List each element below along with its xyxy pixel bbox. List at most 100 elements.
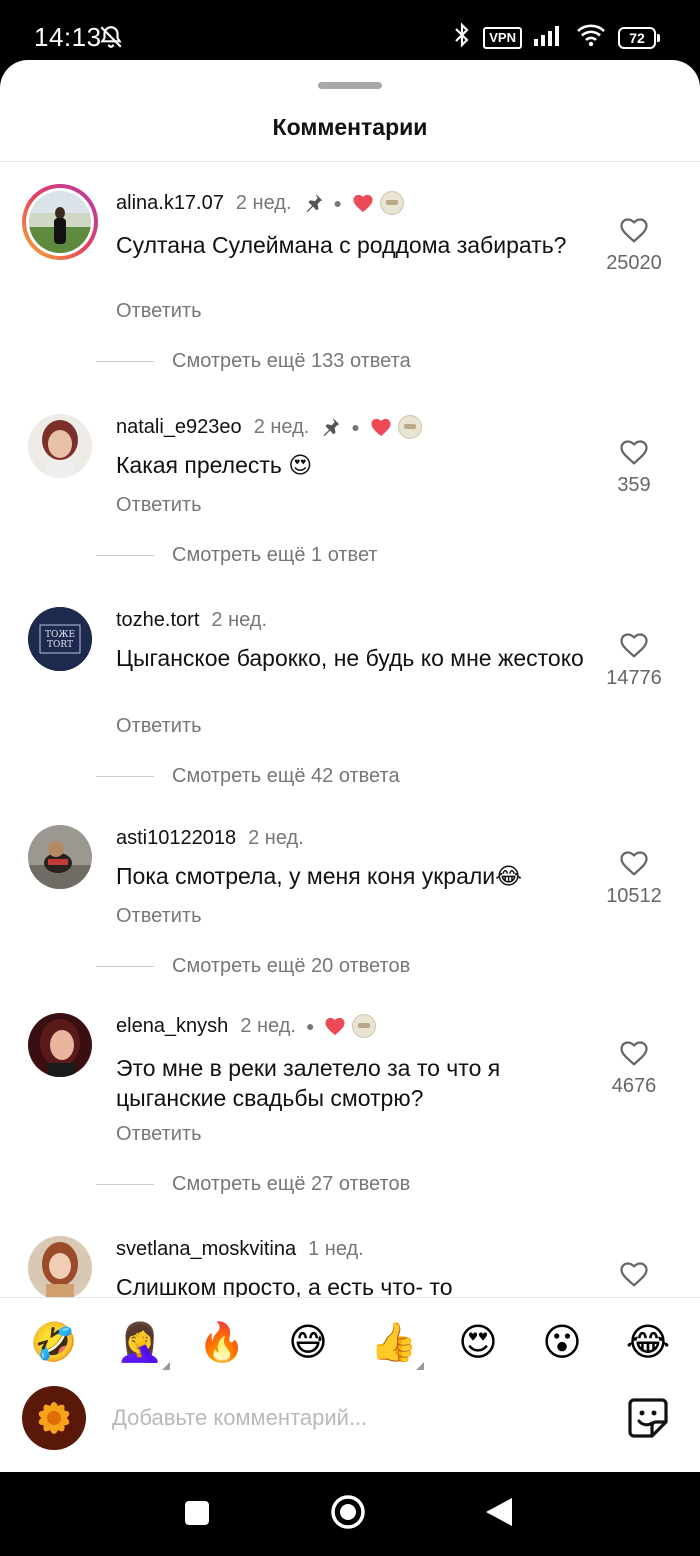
svg-text:TORT: TORT bbox=[47, 640, 73, 650]
like-button[interactable] bbox=[590, 1260, 678, 1288]
heart-icon bbox=[620, 851, 648, 876]
like-button[interactable]: 25020 bbox=[590, 216, 678, 275]
bell-off-icon bbox=[98, 24, 124, 55]
heart-icon bbox=[620, 1041, 648, 1066]
square-nav-icon[interactable] bbox=[184, 1500, 210, 1531]
view-more-label: Смотреть ещё 20 ответов bbox=[172, 955, 411, 977]
comment-text: Это мне в реки залетело за то что я цыга… bbox=[116, 1055, 501, 1111]
comment-time: 2 нед. bbox=[253, 415, 310, 438]
circle-nav-icon[interactable] bbox=[330, 1494, 366, 1535]
author-liked-heart-icon bbox=[324, 1016, 346, 1036]
my-avatar bbox=[22, 1386, 86, 1450]
view-more-label: Смотреть ещё 1 ответ bbox=[172, 544, 378, 566]
emoji-button[interactable]: 😅 bbox=[284, 1318, 332, 1366]
view-more-replies[interactable]: Смотреть ещё 27 ответов bbox=[96, 1173, 410, 1196]
comment-username[interactable]: elena_knysh bbox=[116, 1015, 228, 1038]
author-mini-avatar bbox=[352, 1014, 377, 1038]
comment-text: Пока смотрела, у меня коня украли😂 bbox=[116, 863, 523, 889]
view-more-replies[interactable]: Смотреть ещё 1 ответ bbox=[96, 544, 378, 567]
status-time: 14:13 bbox=[34, 22, 102, 52]
comment-meta: svetlana_moskvitina 1 нед. bbox=[116, 1234, 364, 1264]
avatar[interactable] bbox=[28, 1236, 92, 1297]
pin-icon bbox=[302, 192, 324, 214]
comment-username[interactable]: natali_e923eo bbox=[116, 416, 242, 439]
comment-time: 2 нед. bbox=[211, 608, 268, 631]
author-mini-avatar bbox=[397, 415, 422, 439]
view-more-replies[interactable]: Смотреть ещё 133 ответа bbox=[96, 350, 411, 373]
avatar[interactable] bbox=[22, 184, 98, 260]
like-button[interactable]: 4676 bbox=[590, 1039, 678, 1098]
avatar[interactable] bbox=[28, 825, 92, 889]
comment-time: 2 нед. bbox=[235, 191, 292, 214]
wifi-icon bbox=[576, 23, 606, 52]
emoji-button[interactable]: 🔥 bbox=[198, 1318, 246, 1366]
view-more-replies[interactable]: Смотреть ещё 20 ответов bbox=[96, 955, 410, 978]
like-button[interactable]: 14776 bbox=[590, 631, 678, 690]
avatar[interactable]: ТОЖЕ TORT bbox=[28, 607, 92, 671]
emoji-glyph: 🤦‍♀️ bbox=[116, 1320, 164, 1364]
view-more-replies[interactable]: Смотреть ещё 42 ответа bbox=[96, 765, 400, 788]
reply-button[interactable]: Ответить bbox=[116, 1123, 202, 1146]
vpn-badge: VPN bbox=[483, 26, 522, 49]
emoji-quick-bar: 🤣 🤦‍♀️ 🔥 😅 👍 😍 😮 😂 bbox=[0, 1297, 700, 1378]
sheet-title: Комментарии bbox=[272, 114, 428, 140]
emoji-button[interactable]: 😍 bbox=[454, 1318, 502, 1366]
comment-meta: alina.k17.07 2 нед. ● bbox=[116, 188, 404, 218]
heart-icon bbox=[620, 633, 648, 658]
comment-time: 2 нед. bbox=[248, 826, 304, 849]
comment-text: Цыганское барокко, не будь ко мне жесток… bbox=[116, 645, 584, 671]
comment-text: Слишком просто, а есть что- то bbox=[116, 1274, 453, 1297]
like-count: 359 bbox=[617, 474, 651, 496]
reply-button[interactable]: Ответить bbox=[116, 905, 202, 928]
reply-button[interactable]: Ответить bbox=[116, 715, 202, 738]
heart-icon bbox=[620, 1262, 648, 1287]
comment-meta: tozhe.tort 2 нед. bbox=[116, 605, 267, 635]
view-more-label: Смотреть ещё 42 ответа bbox=[172, 765, 400, 787]
comment-meta: elena_knysh 2 нед. ● bbox=[116, 1011, 377, 1041]
comment-username[interactable]: tozhe.tort bbox=[116, 609, 199, 632]
avatar[interactable] bbox=[28, 1013, 92, 1077]
comments-list[interactable]: alina.k17.07 2 нед. ● Султана Сулеймана … bbox=[0, 162, 700, 1297]
author-liked-heart-icon bbox=[352, 193, 374, 213]
battery-icon: 72 bbox=[618, 26, 660, 49]
signal-icon bbox=[534, 24, 564, 51]
bluetooth-icon bbox=[453, 22, 471, 53]
comment-username[interactable]: svetlana_moskvitina bbox=[116, 1238, 296, 1261]
comment-composer bbox=[0, 1380, 700, 1460]
like-count: 10512 bbox=[606, 885, 662, 907]
like-button[interactable]: 359 bbox=[590, 438, 678, 497]
comment-username[interactable]: asti10122018 bbox=[116, 827, 236, 850]
comment-input[interactable] bbox=[110, 1400, 594, 1436]
emoji-button[interactable]: 😂 bbox=[624, 1318, 672, 1366]
like-count: 25020 bbox=[606, 252, 662, 274]
reply-button[interactable]: Ответить bbox=[116, 300, 202, 323]
author-mini-avatar bbox=[379, 191, 404, 215]
emoji-button[interactable]: 🤣 bbox=[30, 1318, 78, 1366]
heart-icon bbox=[620, 218, 648, 243]
comments-sheet: Комментарии alina.k17.07 2 нед. ● Султан… bbox=[0, 60, 700, 1472]
comment-username[interactable]: alina.k17.07 bbox=[116, 192, 224, 215]
avatar[interactable] bbox=[28, 414, 92, 478]
system-nav-bar bbox=[0, 1472, 700, 1556]
battery-level: 72 bbox=[618, 26, 656, 49]
comment-meta: natali_e923eo 2 нед. ● bbox=[116, 412, 422, 442]
sticker-icon[interactable] bbox=[626, 1396, 670, 1445]
like-count: 14776 bbox=[606, 667, 662, 689]
reply-button[interactable]: Ответить bbox=[116, 494, 202, 517]
like-button[interactable]: 10512 bbox=[590, 849, 678, 908]
emoji-button[interactable]: 🤦‍♀️ bbox=[116, 1318, 170, 1370]
comment-text: Какая прелесть 😍 bbox=[116, 452, 313, 478]
view-more-label: Смотреть ещё 27 ответов bbox=[172, 1173, 411, 1195]
drag-handle[interactable] bbox=[318, 82, 382, 89]
emoji-button[interactable]: 😮 bbox=[538, 1318, 586, 1366]
emoji-button[interactable]: 👍 bbox=[370, 1318, 424, 1370]
like-count: 4676 bbox=[611, 1075, 657, 1097]
heart-icon bbox=[620, 440, 648, 465]
comment-meta: asti10122018 2 нед. bbox=[116, 823, 304, 853]
svg-text:ТОЖЕ: ТОЖЕ bbox=[45, 630, 75, 640]
back-triangle-icon[interactable] bbox=[484, 1496, 514, 1533]
view-more-label: Смотреть ещё 133 ответа bbox=[172, 350, 411, 372]
comment-time: 1 нед. bbox=[308, 1237, 364, 1260]
author-liked-heart-icon bbox=[370, 417, 392, 437]
emoji-glyph: 👍 bbox=[370, 1320, 418, 1364]
